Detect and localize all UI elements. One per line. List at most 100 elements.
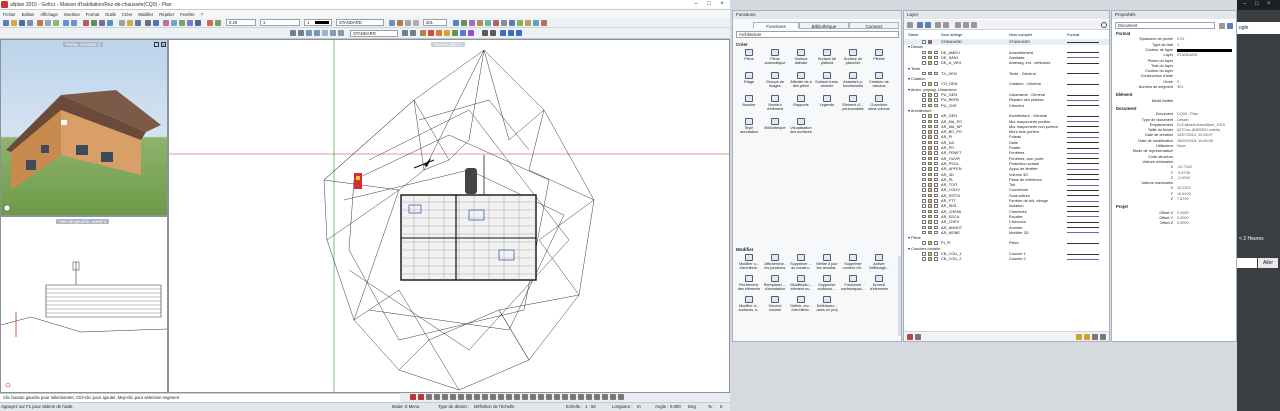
redraw-icon[interactable]: [338, 30, 344, 36]
create-tool-element-d-personnalise[interactable]: Elément d'... personnalisé: [840, 95, 866, 111]
layer-checkbox[interactable]: [922, 114, 926, 118]
layer-lock-icon[interactable]: [928, 124, 932, 129]
tool-icon-3[interactable]: [469, 20, 475, 26]
modify-tool-arrondi-d-elements[interactable]: Arrondi d'éléments: [866, 275, 892, 291]
create-tool-etage[interactable]: Etage: [736, 72, 762, 84]
layer-icon-2[interactable]: [402, 30, 408, 36]
menu-window[interactable]: Fenêtre: [180, 12, 194, 17]
layer-icon[interactable]: [119, 20, 125, 26]
property-value[interactable]: 301: [1177, 85, 1183, 90]
properties-icon[interactable]: [179, 20, 185, 26]
properties-object-select[interactable]: Document: [1115, 22, 1215, 29]
layer-search-icon[interactable]: [1101, 22, 1107, 28]
tool-icon-11[interactable]: [533, 20, 539, 26]
paste-icon[interactable]: [53, 20, 59, 26]
layer-lock-icon[interactable]: [928, 230, 932, 235]
layer-checkbox[interactable]: [934, 124, 938, 129]
modify-tool-definir-mo-d-architect[interactable]: Définir, mo... d'architect..: [788, 296, 814, 312]
module-select[interactable]: Architecture: [736, 31, 899, 38]
tab-connect[interactable]: Connect: [849, 22, 899, 29]
snap-tool-19[interactable]: [554, 394, 560, 400]
create-tool-surface-de-plafond[interactable]: Surface de plafond: [814, 49, 840, 65]
layer-checkbox[interactable]: [922, 151, 926, 155]
background-minimize-icon[interactable]: –: [1243, 1, 1246, 7]
snap-tool-8[interactable]: [466, 394, 472, 400]
layer-lock-icon[interactable]: [928, 183, 932, 187]
segment-number-field[interactable]: 301: [423, 19, 447, 26]
modify-scrollbar[interactable]: [898, 256, 901, 336]
viewport-elevation[interactable]: Vue de gauche, ouest 3: [0, 216, 168, 393]
delete-icon[interactable]: [83, 20, 89, 26]
pan-icon[interactable]: [314, 30, 320, 36]
layer-lock-icon[interactable]: [928, 204, 932, 208]
layer-footer-icon-3[interactable]: [1076, 334, 1082, 340]
snap-tool-3[interactable]: [426, 394, 432, 400]
layer-checkbox[interactable]: [922, 230, 926, 235]
snap-tool-25[interactable]: [602, 394, 608, 400]
layer-checkbox[interactable]: [934, 257, 938, 261]
modify-tool-definissez-dans-un-proj[interactable]: Définissez... dans un proj: [814, 296, 840, 312]
layer-lock-icon[interactable]: [928, 241, 932, 245]
window-icon-1[interactable]: [482, 30, 488, 36]
menu-tools[interactable]: Outils: [105, 12, 116, 17]
format-painter-icon[interactable]: [187, 20, 193, 26]
layer-lock-icon[interactable]: [928, 172, 932, 176]
layer-footer-icon-2[interactable]: [915, 334, 921, 340]
new-icon[interactable]: [3, 20, 9, 26]
header-short-name[interactable]: Nom abrégé: [941, 32, 962, 38]
create-tool-plinthe[interactable]: Plinthe: [866, 49, 892, 61]
layer-lock-icon[interactable]: [928, 214, 932, 219]
layer-lock-icon[interactable]: [928, 161, 932, 166]
layer-checkbox[interactable]: [934, 220, 938, 224]
layer-tool-5[interactable]: [943, 22, 949, 28]
layer-checkbox[interactable]: [922, 140, 926, 145]
tool-icon-8[interactable]: [509, 20, 515, 26]
header-status[interactable]: Statut: [908, 32, 918, 38]
layer-lock-icon[interactable]: [928, 225, 932, 229]
layer-checkbox[interactable]: [934, 140, 938, 145]
snap-tool-2[interactable]: [418, 394, 424, 400]
modify-tool-supprimer-surfaces[interactable]: Supprimer surfaces ...: [814, 275, 840, 291]
snap-tool-23[interactable]: [586, 394, 592, 400]
layer-lock-icon[interactable]: [928, 50, 932, 55]
layer-lock-icon[interactable]: [928, 119, 932, 123]
line-type-select[interactable]: 1: [260, 19, 300, 26]
create-tool-surface-de-plancher[interactable]: Surface de plancher: [840, 49, 866, 65]
layer-status-icon[interactable]: [928, 40, 932, 44]
property-row-z[interactable]: Z 7.8790: [1112, 197, 1236, 202]
render-icon-4[interactable]: [452, 30, 458, 36]
layer-icon-3[interactable]: [410, 30, 416, 36]
layer-footer-icon-1[interactable]: [907, 334, 913, 340]
snap-tool-27[interactable]: [618, 394, 624, 400]
view-icon-1[interactable]: [290, 30, 296, 36]
rotate-icon[interactable]: [99, 20, 105, 26]
layer-visibility-box[interactable]: [922, 40, 926, 44]
modify-tool-supprimer-de-constru[interactable]: Supprimer ... de constru..: [788, 254, 814, 270]
snap-tool-16[interactable]: [530, 394, 536, 400]
layer-checkbox[interactable]: [934, 204, 938, 208]
window-icon-5[interactable]: [516, 30, 522, 36]
layer-checkbox[interactable]: [922, 124, 926, 129]
print-icon[interactable]: [27, 20, 33, 26]
cut-icon[interactable]: [37, 20, 43, 26]
tab-functions[interactable]: Fonctions: [753, 22, 799, 29]
layer-lock-icon[interactable]: [928, 151, 932, 155]
layer-checkbox[interactable]: [934, 188, 938, 192]
menu-edit[interactable]: Edition: [22, 12, 35, 17]
modify-tool-activer-l-affichage[interactable]: Activer l'affichage...: [866, 254, 892, 270]
create-tool-affecter-de-a-des-piece[interactable]: Affecter de à des pièce: [788, 72, 814, 88]
angle-value[interactable]: 0.000: [670, 404, 681, 409]
drawing-type-value[interactable]: Définition de l'échelle: [474, 404, 514, 409]
menu-file[interactable]: Fichier: [3, 12, 16, 17]
save-icon[interactable]: [19, 20, 25, 26]
layer-checkbox[interactable]: [922, 220, 926, 224]
snap-tool-4[interactable]: [434, 394, 440, 400]
layer-checkbox[interactable]: [934, 230, 938, 235]
layer-checkbox[interactable]: [934, 82, 938, 86]
layer-checkbox[interactable]: [922, 50, 926, 55]
layer-checkbox[interactable]: [934, 119, 938, 123]
layer-checkbox[interactable]: [922, 257, 926, 261]
tool-icon-2[interactable]: [461, 20, 467, 26]
layer-lock-icon[interactable]: [928, 135, 932, 139]
snap-tool-26[interactable]: [610, 394, 616, 400]
